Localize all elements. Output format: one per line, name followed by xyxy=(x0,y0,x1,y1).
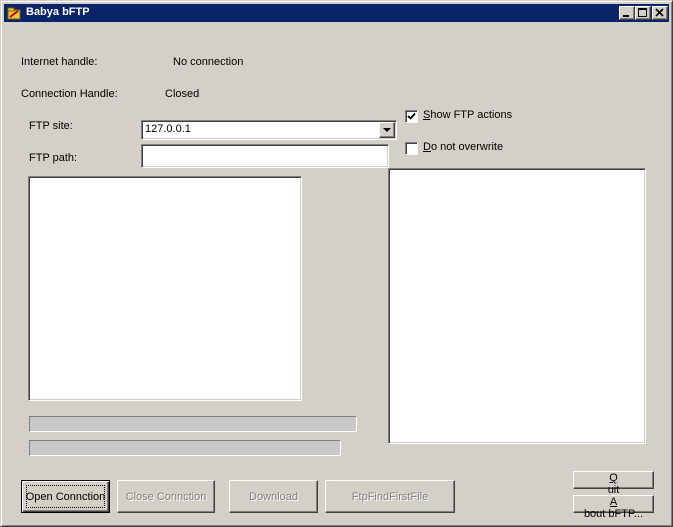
open-connection-button[interactable]: Open Connction xyxy=(21,480,110,513)
bftp-app-icon xyxy=(7,7,21,20)
ftp-site-label: FTP site: xyxy=(29,120,73,132)
quit-button[interactable]: Quit xyxy=(573,471,654,496)
checkmark-icon xyxy=(407,112,416,120)
window-title: Babya bFTP xyxy=(26,6,90,18)
ftp-path-label: FTP path: xyxy=(29,152,78,164)
maximize-icon xyxy=(638,8,647,17)
connection-handle-value: Closed xyxy=(165,88,200,100)
minimize-icon xyxy=(623,15,629,17)
focus-ring xyxy=(26,485,105,508)
internet-handle-value: No connection xyxy=(173,56,244,68)
title-bar[interactable]: Babya bFTP xyxy=(4,4,669,22)
internet-handle-label: Internet handle: xyxy=(21,56,98,68)
close-button[interactable] xyxy=(652,6,668,20)
do-not-overwrite-label[interactable]: Do not overwrite xyxy=(423,141,503,153)
ftp-path-input[interactable] xyxy=(141,144,389,168)
ftp-find-first-file-button[interactable]: FtpFindFirstFile xyxy=(325,480,455,513)
ftp-actions-log[interactable] xyxy=(388,168,646,444)
ftp-site-dropdown-button[interactable] xyxy=(379,122,395,138)
file-progress-bar xyxy=(29,416,357,432)
total-progress-bar xyxy=(29,440,341,456)
download-button[interactable]: Download xyxy=(229,480,318,513)
show-ftp-actions-checkbox[interactable] xyxy=(405,110,418,123)
show-ftp-actions-label[interactable]: Show FTP actions xyxy=(423,109,512,121)
main-window: Babya bFTP Internet handle: No connectio… xyxy=(0,0,673,527)
close-icon xyxy=(655,8,664,17)
maximize-button[interactable] xyxy=(635,6,651,20)
about-button[interactable]: About bFTP... xyxy=(573,495,654,520)
remote-files-listbox[interactable] xyxy=(28,176,302,401)
ftp-site-value: 127.0.0.1 xyxy=(145,123,191,135)
chevron-down-icon xyxy=(383,128,391,132)
minimize-button[interactable] xyxy=(619,6,635,20)
ftp-site-combobox[interactable]: 127.0.0.1 xyxy=(141,120,397,140)
connection-handle-label: Connection Handle: xyxy=(21,88,118,100)
close-connection-button[interactable]: Close Connction xyxy=(117,480,215,513)
do-not-overwrite-checkbox[interactable] xyxy=(405,142,418,155)
